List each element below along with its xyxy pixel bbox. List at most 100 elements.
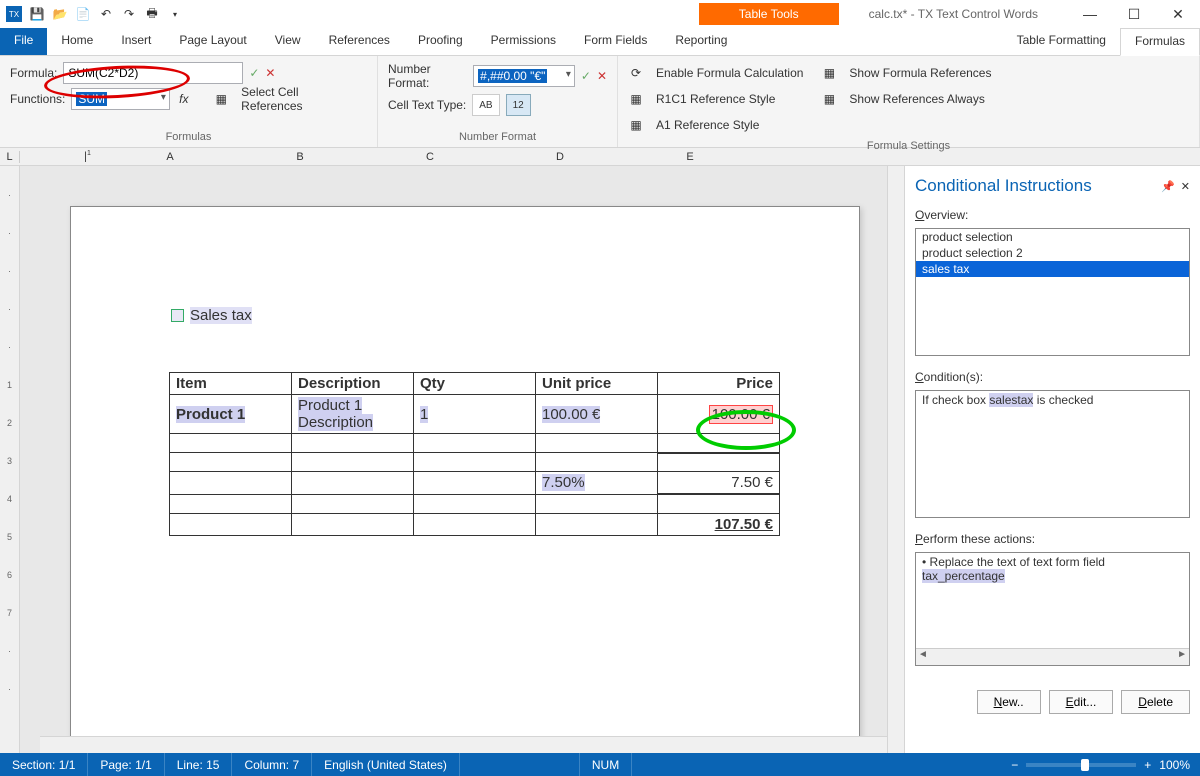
close-button[interactable]: ✕ [1156, 0, 1200, 28]
cell-tax-val[interactable]: 7.50 € [658, 472, 780, 495]
horizontal-scrollbar[interactable] [40, 736, 887, 753]
tab-reporting[interactable]: Reporting [661, 28, 741, 55]
sales-tax-label: Sales tax [190, 307, 252, 324]
ribbon-group-number-format: Number Format: #,##0.00 "€" ✓ ✕ Cell Tex… [378, 56, 618, 147]
ribbon-group-formula-settings: ⟳ Enable Formula Calculation ▦ R1C1 Refere… [618, 56, 1200, 147]
tab-home[interactable]: Home [47, 28, 107, 55]
col-c: C [365, 151, 495, 163]
tab-references[interactable]: References [315, 28, 404, 55]
show-refs-always-button[interactable]: Show References Always [843, 88, 990, 110]
table-row[interactable] [170, 494, 780, 513]
cell-text-type-text-button[interactable]: AB [472, 94, 499, 116]
tab-table-formatting[interactable]: Table Formatting [1003, 28, 1120, 55]
cell-unit-price[interactable]: 100.00 € [542, 406, 600, 423]
tab-form-fields[interactable]: Form Fields [570, 28, 661, 55]
cell-desc[interactable]: Product 1 Description [298, 397, 373, 431]
new-button[interactable]: New.. [977, 690, 1041, 714]
formula-cancel-icon[interactable]: ✕ [265, 66, 275, 80]
maximize-button[interactable]: ☐ [1112, 0, 1156, 28]
vertical-ruler: ···· ·123 4567 ·· [0, 166, 20, 753]
cell-text-type-label: Cell Text Type: [388, 98, 466, 112]
number-format-label: Number Format: [388, 62, 467, 90]
act-text-pre: Replace the text of text form field [930, 555, 1105, 569]
zoom-value[interactable]: 100% [1159, 758, 1190, 772]
document-page: Sales tax Item Description Qty Unit pric… [70, 206, 860, 753]
tab-permissions[interactable]: Permissions [477, 28, 570, 55]
zoom-out-icon[interactable]: − [1011, 758, 1018, 772]
document-canvas[interactable]: Sales tax Item Description Qty Unit pric… [20, 166, 887, 753]
select-cell-refs-button[interactable]: Select Cell References [235, 88, 367, 110]
calc-icon: ⟳ [628, 65, 644, 81]
ribbon-group-formulas: Formula: ✓ ✕ Functions: SUM fx ▦ Select … [0, 56, 378, 147]
header-price: Price [658, 373, 780, 395]
a1-style-button[interactable]: A1 Reference Style [650, 114, 765, 136]
status-language[interactable]: English (United States) [312, 753, 460, 776]
ruler-corner: L [0, 151, 20, 163]
cell-total[interactable]: 107.50 € [658, 513, 780, 535]
delete-button[interactable]: Delete [1121, 690, 1190, 714]
cell-qty[interactable]: 1 [420, 406, 428, 423]
header-qty: Qty [414, 373, 536, 395]
table-row[interactable] [170, 453, 780, 472]
minimize-button[interactable]: — [1068, 0, 1112, 28]
redo-icon[interactable]: ↷ [119, 4, 139, 24]
col-b: B [235, 151, 365, 163]
vertical-scrollbar[interactable] [887, 166, 904, 753]
fx-icon[interactable]: fx [176, 91, 192, 107]
select-refs-icon: ▦ [213, 91, 229, 107]
functions-combo[interactable]: SUM [71, 88, 170, 110]
list-item-selected[interactable]: sales tax [916, 261, 1189, 277]
save-icon[interactable]: 💾 [27, 4, 47, 24]
nf-cancel-icon[interactable]: ✕ [597, 69, 607, 83]
edit-button[interactable]: Edit... [1049, 690, 1114, 714]
new-icon[interactable]: 📄 [73, 4, 93, 24]
number-format-combo[interactable]: #,##0.00 "€" [473, 65, 575, 87]
cell-item[interactable]: Product 1 [176, 406, 245, 423]
formula-accept-icon[interactable]: ✓ [249, 66, 259, 80]
print-icon[interactable]: 🖶 [142, 4, 162, 24]
price-table[interactable]: Item Description Qty Unit price Price Pr… [169, 372, 780, 536]
sales-tax-checkbox[interactable] [171, 309, 184, 322]
cell-tax-pct[interactable]: 7.50% [542, 474, 585, 491]
cell-price[interactable]: 100.00 € [709, 405, 773, 424]
panel-close-icon[interactable]: ✕ [1181, 180, 1190, 193]
table-row[interactable] [170, 434, 780, 453]
actions-box[interactable]: • Replace the text of text form field ta… [915, 552, 1190, 666]
conditions-box[interactable]: If check box salestax is checked [915, 390, 1190, 518]
table-row[interactable]: 7.50% 7.50 € [170, 472, 780, 495]
tab-file[interactable]: File [0, 28, 47, 55]
list-item[interactable]: product selection 2 [916, 245, 1189, 261]
tab-insert[interactable]: Insert [107, 28, 165, 55]
table-row[interactable]: Product 1 Product 1 Description 1 100.00… [170, 395, 780, 434]
zoom-in-icon[interactable]: + [1144, 758, 1151, 772]
tab-formulas[interactable]: Formulas [1120, 28, 1200, 56]
ribbon-tabs: File Home Insert Page Layout View Refere… [0, 28, 1200, 56]
tab-view[interactable]: View [261, 28, 315, 55]
panel-title: Conditional Instructions [915, 176, 1092, 196]
actions-scrollbar[interactable]: ◄► [916, 648, 1189, 665]
tab-page-layout[interactable]: Page Layout [165, 28, 260, 55]
group-label-number-format: Number Format [388, 131, 607, 145]
show-refs-icon: ▦ [821, 65, 837, 81]
list-item[interactable]: product selection [916, 229, 1189, 245]
status-bar: Section: 1/1 Page: 1/1 Line: 15 Column: … [0, 753, 1200, 776]
table-row[interactable]: 107.50 € [170, 513, 780, 535]
nf-accept-icon[interactable]: ✓ [581, 69, 591, 83]
undo-icon[interactable]: ↶ [96, 4, 116, 24]
panel-pin-icon[interactable]: 📌 [1161, 180, 1175, 193]
open-icon[interactable]: 📂 [50, 4, 70, 24]
formula-input[interactable] [63, 62, 243, 84]
status-line: Line: 15 [165, 753, 233, 776]
overview-listbox[interactable]: product selection product selection 2 sa… [915, 228, 1190, 356]
quick-access-toolbar: TX 💾 📂 📄 ↶ ↷ 🖶 ▾ [0, 4, 185, 24]
cell-text-type-number-button[interactable]: 12 [506, 94, 531, 116]
show-formula-refs-button[interactable]: Show Formula References [843, 62, 997, 84]
enable-formula-calc-button[interactable]: Enable Formula Calculation [650, 62, 809, 84]
qat-dropdown-icon[interactable]: ▾ [165, 4, 185, 24]
formula-label: Formula: [10, 66, 57, 80]
zoom-slider[interactable] [1026, 763, 1136, 767]
tab-proofing[interactable]: Proofing [404, 28, 477, 55]
ribbon-body: Formula: ✓ ✕ Functions: SUM fx ▦ Select … [0, 56, 1200, 148]
r1c1-style-button[interactable]: R1C1 Reference Style [650, 88, 781, 110]
conditional-instructions-panel: Conditional Instructions 📌 ✕ OOverview:v… [904, 166, 1200, 753]
